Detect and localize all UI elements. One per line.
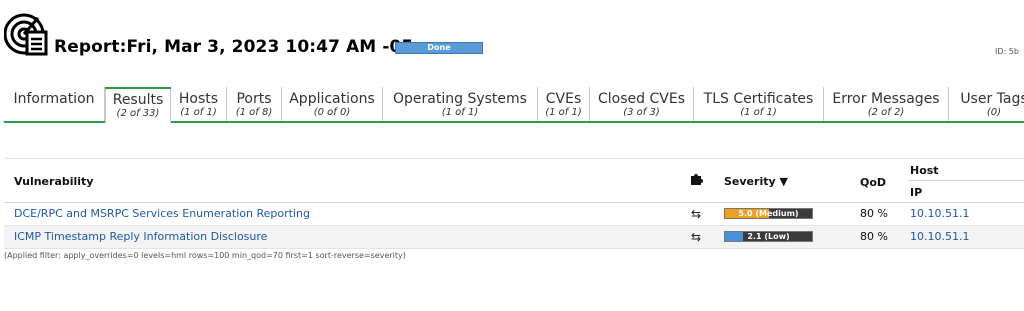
tab-count: (2 of 33)	[116, 108, 160, 119]
solution-type-puzzle-icon	[691, 174, 703, 185]
table-row: DCE/RPC and MSRPC Services Enumeration R…	[4, 203, 1024, 225]
delta-compare-icon: ⇆	[691, 230, 702, 244]
tab-label: CVEs	[545, 91, 582, 107]
tab-information[interactable]: Information	[4, 87, 105, 122]
column-header-vulnerability[interactable]: Vulnerability	[14, 175, 93, 188]
tab-count: (1 of 8)	[235, 107, 273, 118]
tab-count: (3 of 3)	[623, 107, 660, 118]
tab-error-messages[interactable]: Error Messages (2 of 2)	[824, 87, 949, 122]
host-header-divider	[908, 180, 1024, 181]
vulnerability-link[interactable]: ICMP Timestamp Reply Information Disclos…	[14, 230, 267, 243]
tab-count: (2 of 2)	[867, 107, 905, 118]
tab-closed-cves[interactable]: Closed CVEs (3 of 3)	[590, 87, 694, 122]
tab-hosts[interactable]: Hosts (1 of 1)	[171, 87, 227, 122]
report-radar-logo-icon	[4, 13, 48, 56]
tab-label: Closed CVEs	[598, 91, 685, 107]
host-ip-link[interactable]: 10.10.51.1	[910, 230, 969, 243]
tab-count: (1 of 1)	[180, 107, 217, 118]
report-id: ID: 5b	[995, 47, 1019, 56]
tab-cves[interactable]: CVEs (1 of 1)	[538, 87, 590, 122]
tab-results[interactable]: Results (2 of 33)	[105, 87, 171, 124]
tab-count: (1 of 1)	[441, 107, 479, 118]
delta-compare-icon: ⇆	[691, 207, 702, 221]
tab-ports[interactable]: Ports (1 of 8)	[227, 87, 282, 122]
report-title: Report:Fri, Mar 3, 2023 10:47 AM -05	[54, 37, 414, 57]
column-header-severity[interactable]: Severity ▼	[724, 175, 788, 188]
vulnerability-link[interactable]: DCE/RPC and MSRPC Services Enumeration R…	[14, 207, 310, 220]
column-header-ip[interactable]: IP	[910, 186, 922, 199]
tab-tls-certificates[interactable]: TLS Certificates (1 of 1)	[694, 87, 824, 122]
qod-value: 80 %	[860, 207, 888, 220]
table-row: ICMP Timestamp Reply Information Disclos…	[4, 226, 1024, 248]
report-tabs: Information Results (2 of 33) Hosts (1 o…	[4, 87, 1024, 124]
tab-count: (1 of 1)	[545, 107, 582, 118]
tab-label: User Tags	[960, 91, 1024, 107]
tab-operating-systems[interactable]: Operating Systems (1 of 1)	[383, 87, 538, 122]
table-top-border	[4, 158, 1024, 159]
tab-label: Results	[112, 92, 164, 108]
tab-label: Applications	[289, 91, 375, 107]
tab-label: TLS Certificates	[703, 91, 814, 107]
qod-value: 80 %	[860, 230, 888, 243]
tab-label: Ports	[236, 91, 272, 107]
tab-applications[interactable]: Applications (0 of 0)	[282, 87, 383, 122]
applied-filter-text: (Applied filter: apply_overrides=0 level…	[4, 251, 406, 260]
tab-count: (0 of 0)	[313, 107, 351, 118]
tab-user-tags[interactable]: User Tags (0)	[949, 87, 1024, 122]
tab-label: Information	[13, 91, 95, 107]
severity-label: 5.0 (Medium)	[738, 209, 799, 218]
tab-count: (0)	[986, 107, 1002, 118]
column-header-qod[interactable]: QoD	[860, 176, 886, 189]
column-header-host: Host	[910, 164, 939, 177]
severity-label: 2.1 (Low)	[747, 232, 790, 241]
tab-label: Hosts	[178, 91, 219, 107]
row-divider	[4, 248, 1024, 249]
report-status-progress: Done	[395, 42, 483, 54]
severity-bar: 2.1 (Low)	[724, 231, 813, 242]
severity-bar: 5.0 (Medium)	[724, 208, 813, 219]
tab-label: Error Messages	[832, 91, 940, 107]
tab-label: Operating Systems	[393, 91, 527, 107]
tab-count: (1 of 1)	[740, 107, 777, 118]
host-ip-link[interactable]: 10.10.51.1	[910, 207, 969, 220]
